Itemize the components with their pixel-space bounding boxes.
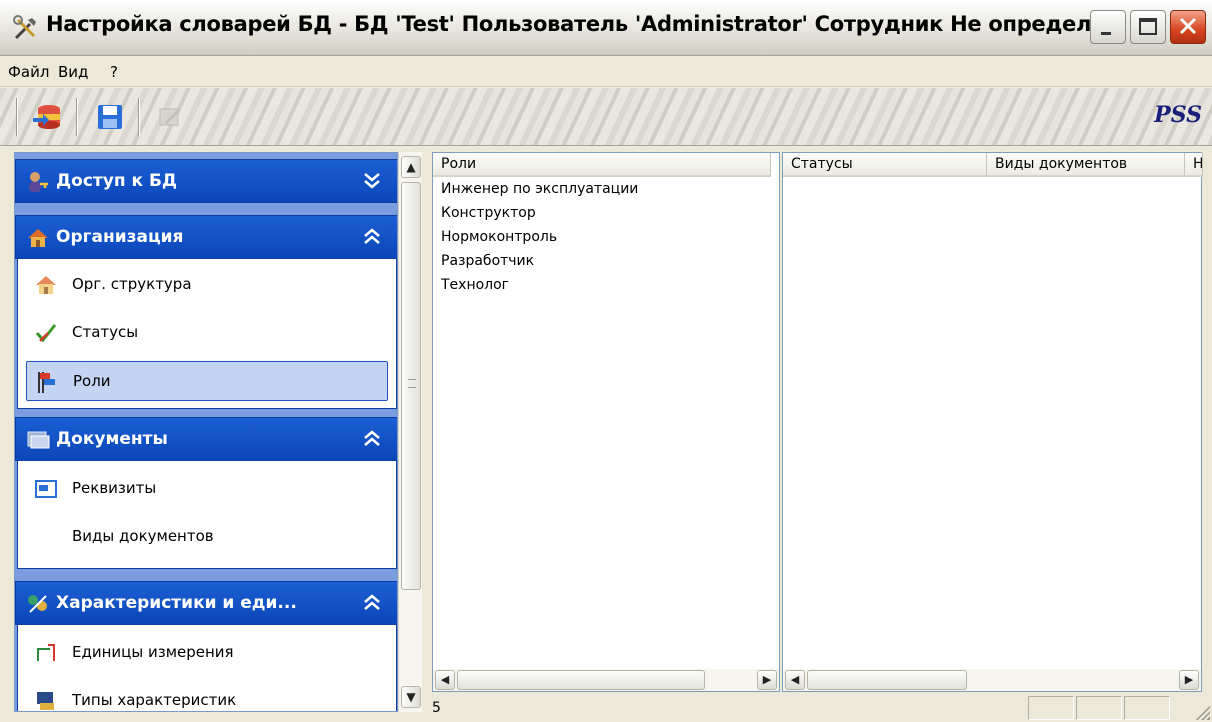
group-label: Документы <box>56 429 168 449</box>
grid-horizontal-scrollbar[interactable]: ◀ ▶ <box>783 669 1201 691</box>
navigation-scrollbar[interactable]: ▲ ▼ <box>398 152 422 712</box>
house-icon <box>36 276 56 294</box>
scroll-right-button[interactable]: ▶ <box>757 670 777 690</box>
measure-icon <box>37 644 55 661</box>
minimize-button[interactable] <box>1090 10 1126 44</box>
list-item[interactable]: Технолог <box>441 277 509 293</box>
disabled-tool-button[interactable] <box>152 100 188 134</box>
group-label: Доступ к БД <box>56 171 178 191</box>
characteristics-icon <box>28 595 47 613</box>
menu-view[interactable]: Вид <box>58 63 88 81</box>
close-icon <box>1179 17 1197 35</box>
group-label: Характеристики и еди... <box>56 593 297 613</box>
nav-item-label: Статусы <box>72 323 139 341</box>
save-button[interactable] <box>92 100 128 134</box>
scroll-thumb[interactable] <box>807 670 967 690</box>
list-item[interactable]: Нормоконтроль <box>441 229 557 245</box>
roles-horizontal-scrollbar[interactable]: ◀ ▶ <box>433 669 779 691</box>
list-item[interactable]: Разработчик <box>441 253 534 269</box>
window-title: Настройка словарей БД - БД 'Test' Пользо… <box>46 12 1120 36</box>
scroll-right-button[interactable]: ▶ <box>1179 670 1199 690</box>
resize-grip-icon[interactable] <box>1194 704 1210 720</box>
close-button[interactable] <box>1170 10 1206 44</box>
status-panel <box>1028 696 1074 720</box>
types-icon <box>37 692 54 710</box>
group-body-documents: Реквизиты Виды документов <box>17 461 397 569</box>
chevron-up-icon[interactable] <box>362 426 382 455</box>
roles-list: Роли Инженер по эксплуатации Конструктор… <box>432 152 780 692</box>
nav-item-label: Реквизиты <box>72 479 157 497</box>
scroll-up-button[interactable]: ▲ <box>401 156 421 178</box>
list-item[interactable]: Инженер по эксплуатации <box>441 181 638 197</box>
navigation-pane: Доступ к БД Организация Орг. структура С… <box>14 152 398 712</box>
toolbar-separator <box>16 98 18 136</box>
database-connect-icon <box>33 105 60 129</box>
status-doctype-grid: Статусы Виды документов Н ◀ ▶ <box>782 152 1203 692</box>
status-panel <box>1076 696 1122 720</box>
group-body-characteristics: Единицы измерения Типы характеристик <box>17 625 397 711</box>
status-panel <box>1124 696 1170 720</box>
users-key-icon <box>29 172 48 192</box>
toolbar-separator <box>76 98 78 136</box>
flags-icon <box>38 372 55 393</box>
field-icon <box>35 480 57 498</box>
group-header-documents[interactable]: Документы <box>15 417 397 461</box>
group-header-organization[interactable]: Организация <box>15 215 397 259</box>
maximize-icon <box>1139 18 1157 35</box>
database-connect-button[interactable] <box>30 100 66 134</box>
nav-item-label: Орг. структура <box>72 275 192 293</box>
scroll-down-button[interactable]: ▼ <box>401 686 421 708</box>
group-header-characteristics[interactable]: Характеристики и еди... <box>15 581 397 625</box>
grip-icon <box>408 379 416 388</box>
scroll-thumb[interactable] <box>401 182 421 590</box>
group-label: Организация <box>56 227 184 247</box>
nav-item-org-structure[interactable]: Орг. структура <box>26 265 388 305</box>
group-header-db-access[interactable]: Доступ к БД <box>15 159 397 203</box>
nav-item-characteristic-types[interactable]: Типы характеристик <box>26 681 388 711</box>
column-header-document-types[interactable]: Виды документов <box>987 153 1185 177</box>
save-icon <box>98 105 122 129</box>
menu-file[interactable]: Файл <box>8 63 49 81</box>
list-item[interactable]: Конструктор <box>441 205 536 221</box>
nav-item-label: Типы характеристик <box>72 691 237 709</box>
toolbar-separator <box>138 98 140 136</box>
group-body-organization: Орг. структура Статусы Роли <box>17 259 397 409</box>
maximize-button[interactable] <box>1130 10 1166 44</box>
column-header-statuses[interactable]: Статусы <box>783 153 987 177</box>
scroll-thumb[interactable] <box>457 670 705 690</box>
menu-bar: Файл Вид ? <box>0 57 1212 87</box>
nav-item-statuses[interactable]: Статусы <box>26 313 388 353</box>
chevron-up-icon[interactable] <box>362 590 382 619</box>
checkmark-icon <box>35 324 57 343</box>
disabled-tool-icon <box>159 108 180 126</box>
chevron-up-icon[interactable] <box>362 224 382 253</box>
nav-item-units[interactable]: Единицы измерения <box>26 633 388 673</box>
chevron-down-icon[interactable] <box>362 168 382 197</box>
scroll-left-button[interactable]: ◀ <box>435 670 455 690</box>
nav-item-label: Единицы измерения <box>72 643 234 661</box>
nav-item-roles[interactable]: Роли <box>26 361 388 401</box>
record-count: 5 <box>432 700 441 716</box>
house-icon <box>28 229 48 247</box>
tools-icon <box>13 15 36 40</box>
minimize-icon <box>1101 32 1111 35</box>
pss-logo: PSS <box>1154 102 1202 128</box>
scroll-left-button[interactable]: ◀ <box>785 670 805 690</box>
documents-icon <box>27 431 50 449</box>
status-bar: 5 <box>428 694 1212 722</box>
toolbar: PSS <box>0 88 1212 146</box>
nav-item-label: Виды документов <box>72 527 214 545</box>
menu-help[interactable]: ? <box>110 63 118 81</box>
column-header-truncated[interactable]: Н <box>1185 153 1203 177</box>
nav-item-document-types[interactable]: Виды документов <box>26 517 388 557</box>
title-bar: Настройка словарей БД - БД 'Test' Пользо… <box>0 0 1212 56</box>
nav-item-label: Роли <box>73 372 111 390</box>
roles-column-header[interactable]: Роли <box>433 153 771 177</box>
nav-item-requisites[interactable]: Реквизиты <box>26 469 388 509</box>
